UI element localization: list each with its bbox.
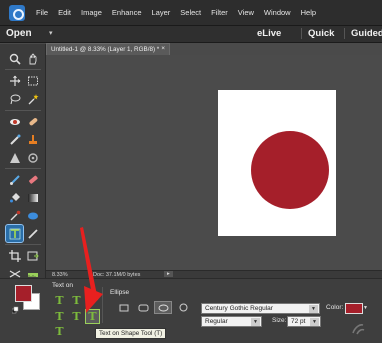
reset-colors-icon[interactable] <box>11 306 20 316</box>
text-on-path-tool-icon[interactable]: T <box>70 310 83 323</box>
rectangle-icon[interactable] <box>117 301 131 314</box>
crop-tool-icon[interactable] <box>6 247 23 264</box>
type-tool-icon[interactable] <box>5 224 24 243</box>
font-family-value: Century Gothic Regular <box>205 305 273 312</box>
color-dropdown-icon[interactable]: ▼ <box>363 303 370 314</box>
sponge-tool-icon[interactable] <box>24 149 41 166</box>
font-style-value: Regular <box>205 318 228 325</box>
mode-bar: Open ▾ eLive Quick Guided <box>0 26 382 43</box>
font-family-select[interactable]: Century Gothic Regular ▼ <box>201 303 320 314</box>
menu-help[interactable]: Help <box>301 8 316 17</box>
canvas-area[interactable] <box>46 55 382 270</box>
toolbox <box>0 44 46 282</box>
font-size-value: 72 pt <box>291 318 306 325</box>
red-eye-tool-icon[interactable] <box>6 113 23 130</box>
eyedropper-tool-icon[interactable] <box>6 207 23 224</box>
paint-bucket-tool-icon[interactable] <box>6 189 23 206</box>
options-divider <box>102 287 103 323</box>
shape-type-label: Ellipse <box>110 289 130 296</box>
menu-layer[interactable]: Layer <box>152 8 171 17</box>
color-label: Color: <box>326 304 344 311</box>
vertical-type-mask-tool-icon[interactable]: T <box>53 325 66 338</box>
horizontal-type-tool-icon[interactable]: T <box>53 294 66 307</box>
tool-options-panel: Text on T T T T T T Ellipse Century Goth… <box>0 278 382 343</box>
zoom-tool-icon[interactable] <box>6 50 23 67</box>
foreground-color-swatch[interactable] <box>15 285 32 302</box>
text-on-selection-tool-icon[interactable]: T <box>70 294 83 307</box>
document-tab[interactable]: Untitled-1 @ 8.33% (Layer 1, RGB/8) * × <box>46 43 170 55</box>
menu-enhance[interactable]: Enhance <box>112 8 142 17</box>
guided-mode-button[interactable]: Guided <box>344 28 382 39</box>
ellipse-icon[interactable] <box>154 301 172 314</box>
menu-bar: File Edit Image Enhance Layer Select Fil… <box>0 0 382 26</box>
pencil-tool-icon[interactable] <box>24 225 41 242</box>
eraser-tool-icon[interactable] <box>24 171 41 188</box>
tooltip: Text on Shape Tool (T) <box>95 328 167 339</box>
rounded-rectangle-icon[interactable] <box>136 301 150 314</box>
gradient-tool-icon[interactable] <box>24 189 41 206</box>
chevron-down-icon: ▼ <box>251 318 260 326</box>
lasso-tool-icon[interactable] <box>6 90 23 107</box>
brush-tool-icon[interactable] <box>6 171 23 188</box>
menu-select[interactable]: Select <box>180 8 201 17</box>
status-bar: 8.33% Doc: 37.1M/0 bytes ▸ <box>46 270 382 278</box>
quick-mode-button[interactable]: Quick <box>301 28 334 39</box>
smart-brush-tool-icon[interactable] <box>6 131 23 148</box>
status-menu-arrow-icon[interactable]: ▸ <box>164 271 173 277</box>
menu-view[interactable]: View <box>238 8 254 17</box>
spot-healing-tool-icon[interactable] <box>24 113 41 130</box>
chevron-down-icon: ▼ <box>310 318 319 326</box>
more-options-icon[interactable] <box>350 321 366 337</box>
font-style-select[interactable]: Regular ▼ <box>201 316 262 327</box>
recompose-tool-icon[interactable] <box>24 247 41 264</box>
hand-tool-icon[interactable] <box>24 50 41 67</box>
polygon-icon[interactable] <box>176 301 190 314</box>
elive-button[interactable]: eLive <box>257 28 281 39</box>
clone-stamp-tool-icon[interactable] <box>24 131 41 148</box>
menu-window[interactable]: Window <box>264 8 291 17</box>
open-dropdown-icon[interactable]: ▾ <box>49 29 53 37</box>
magic-wand-tool-icon[interactable] <box>24 90 41 107</box>
menu-image[interactable]: Image <box>81 8 102 17</box>
size-label: Size: <box>272 317 287 324</box>
chevron-down-icon: ▼ <box>309 305 318 313</box>
close-tab-icon[interactable]: × <box>161 45 165 52</box>
document-page[interactable] <box>218 90 336 236</box>
menu-edit[interactable]: Edit <box>58 8 71 17</box>
menu-file[interactable]: File <box>36 8 48 17</box>
font-size-select[interactable]: 72 pt ▼ <box>287 316 321 327</box>
open-button[interactable]: Open <box>6 28 32 39</box>
text-color-swatch[interactable] <box>345 303 363 314</box>
custom-shape-tool-icon[interactable] <box>24 207 41 224</box>
move-tool-icon[interactable] <box>6 72 23 89</box>
menu-filter[interactable]: Filter <box>211 8 228 17</box>
text-on-label: Text on <box>52 282 73 289</box>
document-tab-title: Untitled-1 @ 8.33% (Layer 1, RGB/8) * <box>51 46 160 53</box>
marquee-tool-icon[interactable] <box>24 72 41 89</box>
red-ellipse-shape[interactable] <box>251 131 329 209</box>
blur-tool-icon[interactable] <box>6 149 23 166</box>
text-on-shape-tool-icon[interactable]: T <box>85 309 100 324</box>
vertical-type-tool-icon[interactable]: T <box>53 310 66 323</box>
app-logo-icon[interactable] <box>9 4 25 21</box>
